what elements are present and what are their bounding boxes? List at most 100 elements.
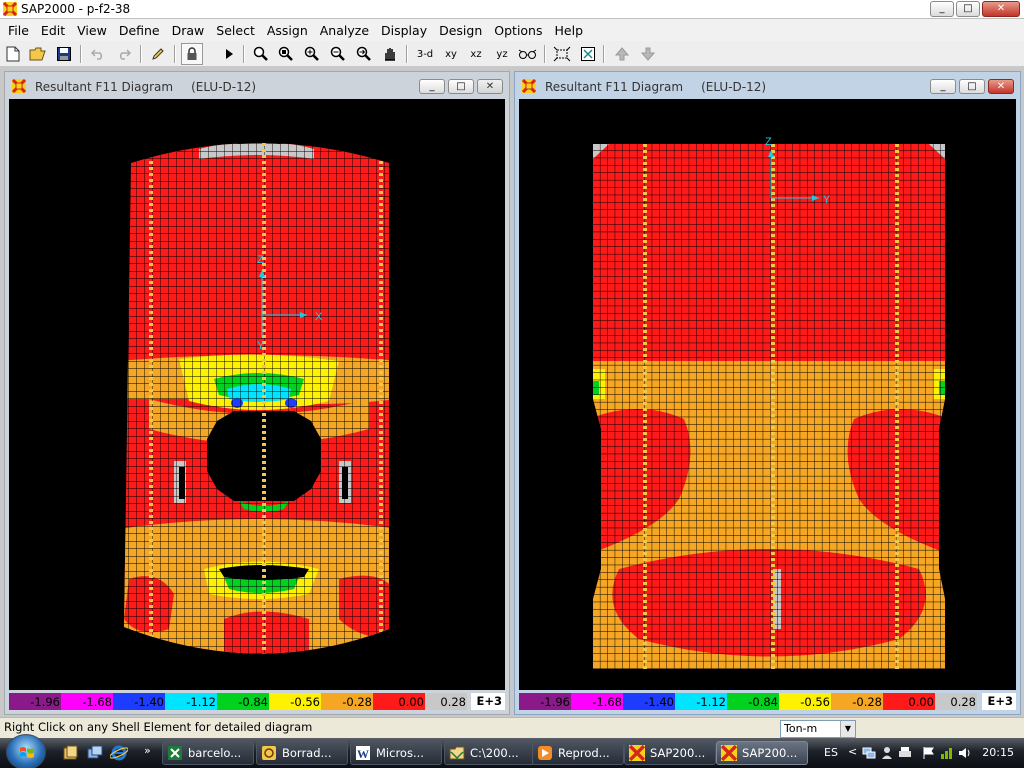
close-button[interactable]: ✕ <box>982 1 1020 17</box>
legend-value: -1.96 <box>9 693 61 710</box>
taskbar-task[interactable]: W Micros... <box>350 741 442 765</box>
svg-text:W: W <box>357 747 369 761</box>
diagram-canvas-3d[interactable]: Z X Y <box>9 99 505 690</box>
taskbar-task[interactable]: C:\200... <box>444 741 536 765</box>
shell-contour-diagram-yz[interactable]: Z Y <box>519 99 1016 690</box>
taskbar: » barcelo... Borrad... W Micros... C:\20… <box>0 734 1024 768</box>
show-desktop-icon[interactable] <box>62 744 80 762</box>
network-icon[interactable] <box>862 746 876 760</box>
perspective-icon[interactable] <box>517 43 539 65</box>
start-button[interactable] <box>6 734 46 768</box>
legend-value: -1.40 <box>623 693 675 710</box>
menu-view[interactable]: View <box>71 23 113 38</box>
task-label: Micros... <box>376 746 424 760</box>
legend-value: -1.96 <box>519 693 571 710</box>
status-message: Right Click on any Shell Element for det… <box>4 720 313 734</box>
menu-analyze[interactable]: Analyze <box>314 23 375 38</box>
zoom-in-icon[interactable] <box>301 43 323 65</box>
windows-logo-icon <box>20 747 34 758</box>
toolbar-separator <box>603 45 605 63</box>
shell-contour-diagram-3d[interactable]: Z X Y <box>9 99 505 690</box>
minimize-button[interactable]: _ <box>930 1 954 17</box>
view-xy-button[interactable]: xy <box>440 43 462 65</box>
menu-options[interactable]: Options <box>488 23 548 38</box>
view-minimize-button[interactable]: _ <box>419 79 445 94</box>
maximize-button[interactable]: □ <box>956 1 980 17</box>
taskbar-task[interactable]: Borrad... <box>256 741 348 765</box>
folder-icon <box>449 746 465 760</box>
load-case: (ELU-D-12) <box>701 80 767 94</box>
view-close-button[interactable]: ✕ <box>988 79 1014 94</box>
menu-draw[interactable]: Draw <box>166 23 211 38</box>
flag-icon[interactable] <box>922 746 936 760</box>
taskbar-task[interactable]: SAP200... <box>624 741 716 765</box>
open-icon[interactable] <box>27 43 49 65</box>
language-indicator[interactable]: ES <box>824 746 838 759</box>
volume-icon[interactable] <box>958 746 972 760</box>
view-window-yz[interactable]: Resultant F11 Diagram (ELU-D-12) _ □ ✕ Z… <box>514 71 1021 715</box>
window-title: SAP2000 - p-f2-38 <box>21 2 131 16</box>
task-label: SAP200... <box>650 746 706 760</box>
view-minimize-button[interactable]: _ <box>930 79 956 94</box>
menu-file[interactable]: File <box>2 23 35 38</box>
set-display-icon[interactable] <box>551 43 573 65</box>
view-maximize-button[interactable]: □ <box>959 79 985 94</box>
taskbar-task[interactable]: barcelo... <box>162 741 254 765</box>
view-maximize-button[interactable]: □ <box>448 79 474 94</box>
menu-display[interactable]: Display <box>375 23 433 38</box>
user-icon[interactable] <box>880 746 894 760</box>
legend-value: -0.28 <box>831 693 883 710</box>
view-3d-button[interactable]: 3-d <box>412 43 438 65</box>
legend-value: 0.00 <box>373 693 425 710</box>
run-icon[interactable] <box>218 43 240 65</box>
menu-define[interactable]: Define <box>113 23 166 38</box>
undo-icon[interactable] <box>87 43 109 65</box>
new-icon[interactable] <box>2 43 24 65</box>
rubber-band-icon[interactable] <box>577 43 599 65</box>
menu-help[interactable]: Help <box>549 23 590 38</box>
zoom-previous-icon[interactable] <box>353 43 375 65</box>
up-arrow-icon[interactable] <box>611 43 633 65</box>
menu-edit[interactable]: Edit <box>35 23 71 38</box>
switch-windows-icon[interactable] <box>86 744 104 762</box>
lock-icon[interactable] <box>181 43 203 65</box>
menu-select[interactable]: Select <box>210 23 261 38</box>
diagram-name: Resultant F11 Diagram <box>35 80 174 94</box>
save-icon[interactable] <box>53 43 75 65</box>
printer-icon[interactable] <box>898 746 912 760</box>
chevron-right-icon[interactable]: » <box>144 744 151 757</box>
pencil-icon[interactable] <box>147 43 169 65</box>
view-yz-button[interactable]: yz <box>491 43 513 65</box>
status-bar: Right Click on any Shell Element for det… <box>0 717 1024 738</box>
view-close-button[interactable]: ✕ <box>477 79 503 94</box>
clock[interactable]: 20:15 <box>982 746 1014 759</box>
units-dropdown[interactable]: Ton-m ▼ <box>780 720 856 738</box>
view-xz-button[interactable]: xz <box>465 43 487 65</box>
menu-design[interactable]: Design <box>433 23 488 38</box>
zoom-out-icon[interactable] <box>327 43 349 65</box>
taskbar-task-active[interactable]: SAP200... <box>716 741 808 765</box>
legend-value: -0.84 <box>217 693 269 710</box>
legend-value: 0.00 <box>883 693 935 710</box>
system-tray: ES < 20:15 <box>814 738 1024 768</box>
diagram-canvas-yz[interactable]: Z Y <box>519 99 1016 690</box>
legend-value: -1.68 <box>571 693 623 710</box>
toolbar-separator <box>243 45 245 63</box>
internet-explorer-icon[interactable] <box>110 744 128 762</box>
pan-icon[interactable] <box>379 43 401 65</box>
view-title-bar: Resultant F11 Diagram (ELU-D-12) _ □ ✕ <box>5 72 509 98</box>
chevron-left-icon[interactable]: < <box>848 745 857 758</box>
redo-icon[interactable] <box>113 43 135 65</box>
down-arrow-icon[interactable] <box>637 43 659 65</box>
legend-value: 0.28 <box>935 693 977 710</box>
zoom-window-icon[interactable] <box>250 43 272 65</box>
signal-icon[interactable] <box>940 746 954 760</box>
chevron-down-icon[interactable]: ▼ <box>840 721 855 737</box>
view-controls: _ □ ✕ <box>930 79 1014 94</box>
zoom-restore-icon[interactable] <box>275 43 297 65</box>
view-controls: _ □ ✕ <box>419 79 503 94</box>
legend-value: -1.68 <box>61 693 113 710</box>
taskbar-task[interactable]: Reprod... <box>532 741 624 765</box>
view-window-3d[interactable]: Resultant F11 Diagram (ELU-D-12) _ □ ✕ Z… <box>4 71 510 715</box>
menu-assign[interactable]: Assign <box>261 23 314 38</box>
